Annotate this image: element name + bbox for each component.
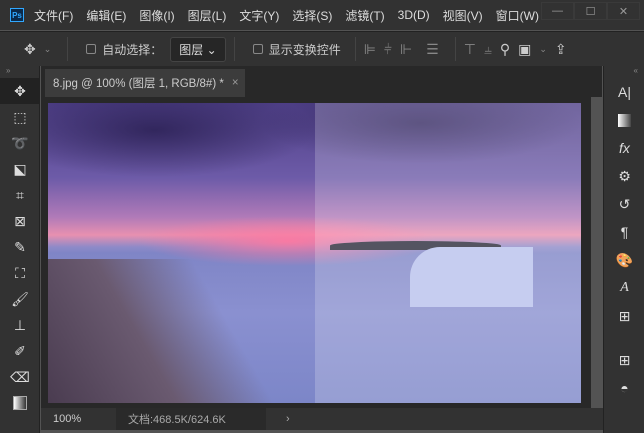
menu-filter[interactable]: 滤镜(T) (345, 7, 384, 24)
rocks (48, 259, 288, 403)
menu-file[interactable]: 文件(F) (34, 7, 73, 24)
align-left-icon[interactable]: ⊫ (364, 41, 376, 58)
document-tab[interactable]: 8.jpg @ 100% (图层 1, RGB/8#) * × (45, 69, 245, 97)
tab-title: 8.jpg @ 100% (图层 1, RGB/8#) * (53, 78, 224, 90)
workspace-icon[interactable]: ▣ (518, 41, 531, 58)
show-transform-label: 显示变换控件 (268, 42, 341, 57)
swatches-icon[interactable]: 🎨 (604, 246, 644, 274)
auto-select-checkbox[interactable] (86, 44, 97, 54)
document-info: 文档:468.5K/624.6K (116, 408, 266, 430)
menu-select[interactable]: 选择(S) (292, 7, 332, 24)
eyedropper-tool[interactable]: ✎ (0, 234, 40, 260)
move-tool[interactable]: ✥ (0, 78, 40, 104)
divider (454, 37, 456, 61)
maximize-button[interactable]: ☐ (574, 2, 607, 20)
share-icon[interactable]: ⇪ (555, 41, 567, 58)
eraser-tool[interactable]: ⌫ (0, 364, 40, 390)
panel-dock: « A| fx ⚙ ↺ ¶ 🎨 A ⊞ ⊞ ◓ (603, 66, 644, 433)
frame-tool[interactable]: ⊠ (0, 208, 40, 234)
toolbar: » ✥ ⬚ ➰ ⬕ ⌗ ⊠ ✎ ⛶ 🖌 ⊥ ✐ ⌫ (0, 66, 40, 433)
collapse-icon[interactable]: « (604, 66, 644, 78)
stamp-tool[interactable]: ⊥ (0, 312, 40, 338)
move-tool-icon[interactable]: ✥ (24, 41, 36, 58)
menu-type[interactable]: 文字(Y) (239, 7, 279, 24)
auto-select-label: 自动选择： (102, 42, 163, 57)
expand-icon[interactable]: » (0, 66, 39, 78)
status-bar: 100% 文档:468.5K/624.6K › (41, 408, 603, 430)
menu-layer[interactable]: 图层(L) (188, 7, 227, 24)
crop-tool[interactable]: ⌗ (0, 182, 40, 208)
show-transform-checkbox[interactable] (252, 44, 263, 54)
menu-image[interactable]: 图像(I) (139, 7, 174, 24)
auto-select-dropdown[interactable]: 图层 ⌄ (170, 36, 226, 62)
photoshop-logo: Ps (10, 8, 24, 22)
chevron-down-icon[interactable]: ⌄ (44, 44, 52, 55)
minimize-button[interactable]: — (541, 2, 574, 20)
libraries-icon[interactable]: ⊞ (604, 302, 644, 330)
align-top-icon[interactable]: ⊤ (464, 41, 476, 58)
search-icon[interactable]: ⚲ (500, 41, 510, 58)
fx-icon[interactable]: fx (604, 134, 644, 162)
history-icon[interactable]: ↺ (604, 190, 644, 218)
healing-tool[interactable]: ⛶ (0, 260, 40, 286)
gradients-panel-icon[interactable] (604, 106, 644, 134)
distribute-icon[interactable]: ☰ (426, 41, 439, 58)
adjustments-icon[interactable]: ⚙ (604, 162, 644, 190)
close-tab-icon[interactable]: × (232, 77, 239, 89)
brush-tool[interactable]: 🖌 (0, 286, 40, 312)
white-shape (410, 247, 533, 307)
menu-view[interactable]: 视图(V) (443, 7, 483, 24)
lasso-tool[interactable]: ➰ (0, 130, 40, 156)
menu-3d[interactable]: 3D(D) (398, 8, 430, 22)
align-right-icon[interactable]: ⊩ (400, 41, 412, 58)
divider (354, 37, 356, 61)
marquee-tool[interactable]: ⬚ (0, 104, 40, 130)
history-brush-tool[interactable]: ✐ (0, 338, 40, 364)
glyphs-icon[interactable]: A (604, 274, 644, 302)
align-middle-icon[interactable]: ⫨ (484, 41, 492, 58)
divider (233, 37, 235, 61)
chevron-down-icon[interactable]: ⌄ (539, 44, 547, 55)
layers-icon[interactable]: ⊞ (604, 346, 644, 374)
align-center-icon[interactable]: ⫩ (384, 41, 392, 58)
auto-select-value: 图层 (179, 42, 204, 57)
properties-icon[interactable]: ◓ (604, 374, 644, 402)
character-panel-icon[interactable]: A| (604, 78, 644, 106)
status-menu-arrow[interactable]: › (286, 413, 290, 425)
document-tabs: 8.jpg @ 100% (图层 1, RGB/8#) * × (41, 66, 602, 97)
menu-edit[interactable]: 编辑(E) (86, 7, 126, 24)
zoom-level[interactable]: 100% (41, 413, 116, 425)
close-button[interactable]: ✕ (607, 2, 640, 20)
options-bar: ✥ ⌄ 自动选择： 图层 ⌄ 显示变换控件 ⊫ ⫩ ⊩ ☰ ⊤ ⫨ ⚲ ▣ ⌄ … (0, 31, 644, 66)
divider (67, 37, 69, 61)
paragraph-icon[interactable]: ¶ (604, 218, 644, 246)
gradient-tool[interactable] (0, 390, 40, 416)
object-select-tool[interactable]: ⬕ (0, 156, 40, 182)
menu-bar: Ps 文件(F) 编辑(E) 图像(I) 图层(L) 文字(Y) 选择(S) 滤… (0, 0, 644, 30)
menu-window[interactable]: 窗口(W) (496, 7, 539, 24)
